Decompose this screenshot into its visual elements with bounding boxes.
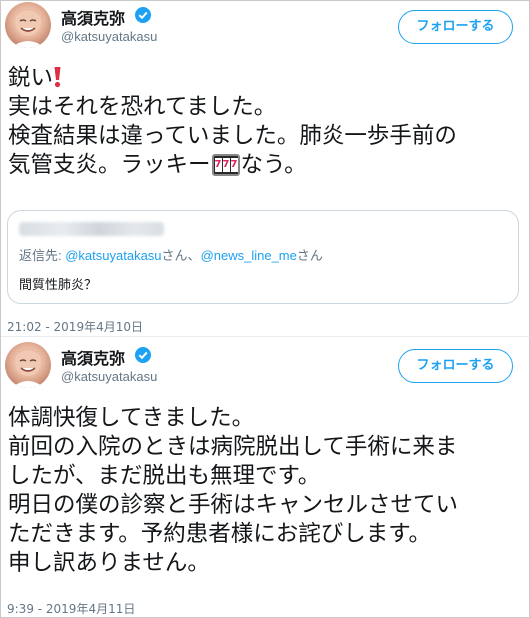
- follow-button[interactable]: フォローする: [398, 10, 513, 44]
- reply-user-link[interactable]: @katsuyatakasu: [65, 248, 161, 263]
- author-handle[interactable]: @katsuyatakasu: [61, 369, 157, 384]
- author-handle[interactable]: @katsuyatakasu: [61, 29, 157, 44]
- tweet-line: 前回の入院のときは病院脱出して手術に来ま: [8, 434, 458, 460]
- avatar[interactable]: [5, 2, 51, 48]
- avatar[interactable]: [5, 342, 51, 388]
- divider: [1, 336, 530, 337]
- tweet-text: 鋭い 実はそれを恐れてました。 検査結果は違っていました。肺炎一歩手前の 気管支…: [8, 64, 457, 180]
- reply-separator: さん、: [161, 248, 201, 263]
- verified-badge-icon: [135, 347, 151, 363]
- tweet-timestamp[interactable]: 21:02 - 2019年4月10日: [7, 318, 143, 335]
- tweet-line: 明日の僕の診察と手術はキャンセルさせてい: [8, 492, 459, 518]
- tweet-line: したが、まだ脱出も無理です。: [8, 463, 321, 489]
- reply-suffix: さん: [296, 248, 323, 263]
- reply-user-link[interactable]: @news_line_me: [201, 248, 297, 263]
- tweet-line: 申し訳ありません。: [8, 550, 210, 576]
- tweet-line: 気管支炎。ラッキー: [8, 152, 211, 178]
- reply-prefix: 返信先:: [19, 248, 66, 263]
- tweet-line: 検査結果は違っていました。肺炎一歩手前の: [8, 123, 457, 149]
- tweet-line: 鋭い: [8, 65, 54, 91]
- follow-button[interactable]: フォローする: [398, 349, 513, 383]
- tweet-line: 体調快復してきました。: [8, 405, 255, 431]
- author-name[interactable]: 高須克弥: [61, 5, 125, 29]
- tweet-line: 実はそれを恐れてました。: [8, 94, 277, 120]
- red-exclamation-icon: [53, 66, 62, 88]
- tweet-timestamp[interactable]: 9:39 - 2019年4月11日: [7, 600, 135, 617]
- tweet-line: ただきます。予約患者様にお詫びします。: [8, 521, 432, 547]
- blurred-author: [19, 222, 164, 236]
- slot-machine-icon: 777: [211, 154, 240, 176]
- verified-badge-icon: [135, 7, 151, 23]
- reply-to-line: 返信先: @katsuyatakasuさん、@news_line_meさん: [19, 245, 323, 264]
- tweet-text: 体調快復してきました。 前回の入院のときは病院脱出して手術に来ま したが、まだ脱…: [8, 404, 458, 578]
- quoted-text: 間質性肺炎？: [19, 278, 98, 293]
- tweet-line: なう。: [240, 152, 307, 178]
- author-name[interactable]: 高須克弥: [61, 345, 125, 369]
- quoted-tweet[interactable]: 返信先: @katsuyatakasuさん、@news_line_meさん 間質…: [7, 210, 519, 304]
